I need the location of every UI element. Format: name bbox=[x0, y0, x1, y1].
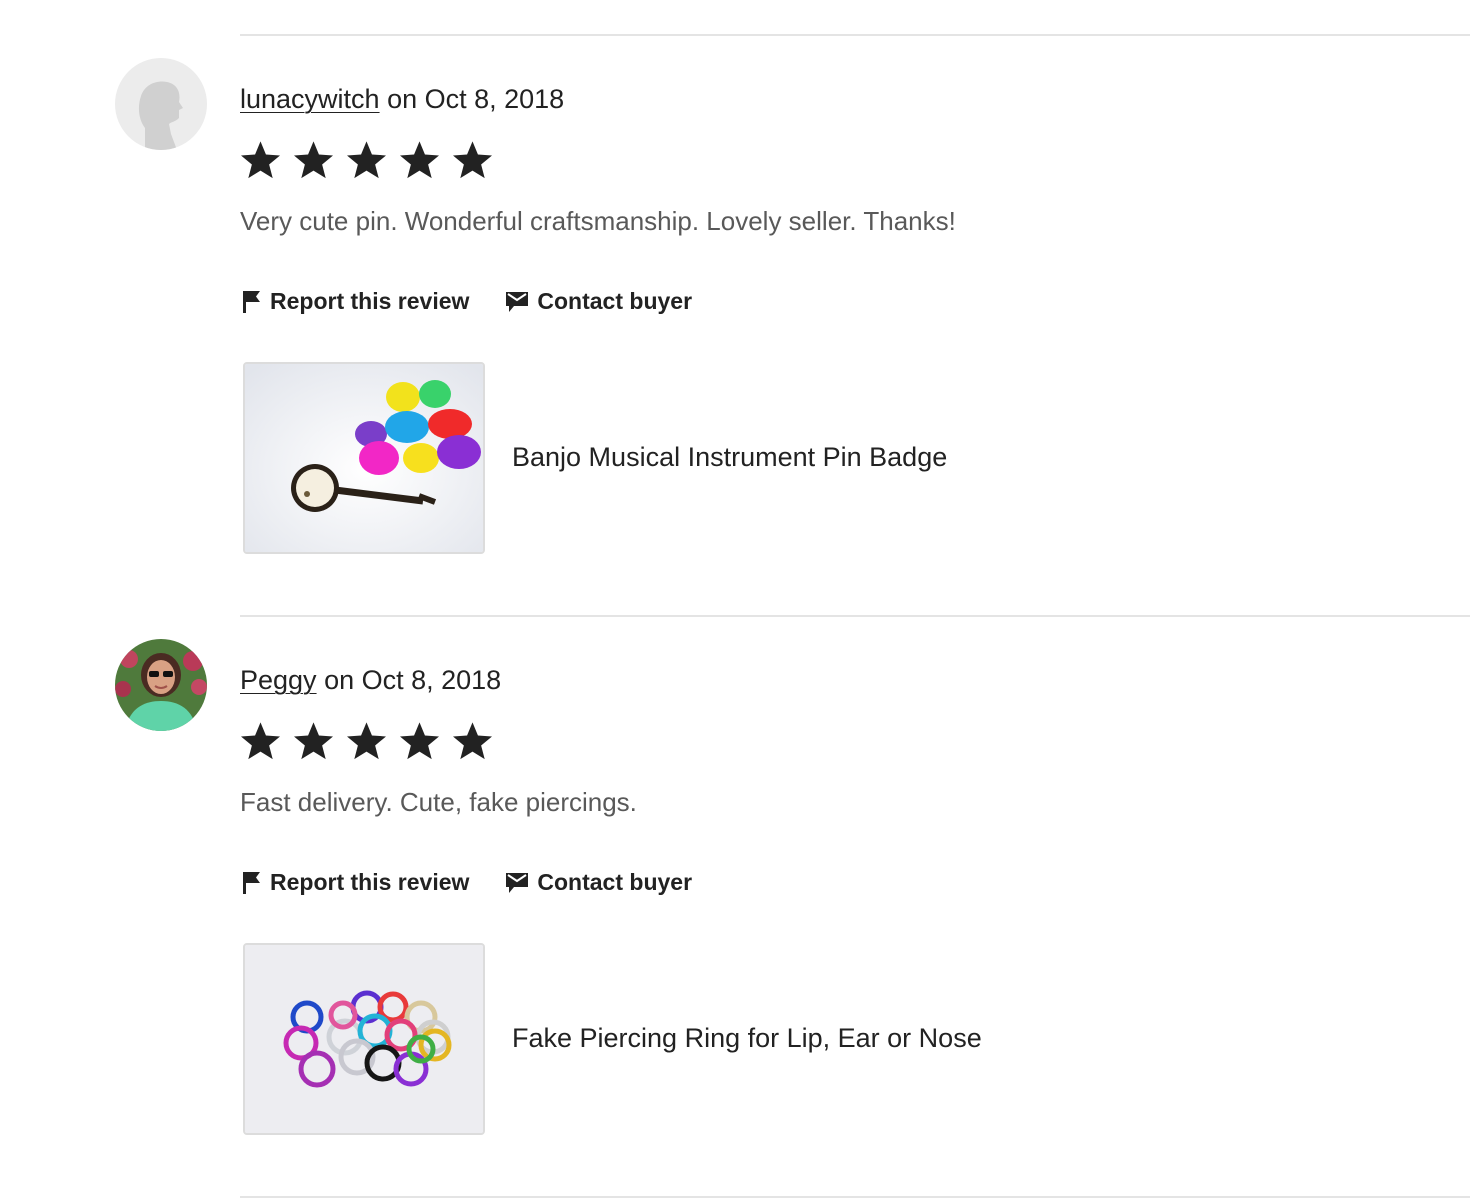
divider bbox=[240, 1196, 1470, 1198]
product-thumbnail[interactable] bbox=[243, 943, 485, 1135]
review-item: Peggy on Oct 8, 2018 Fast delivery. Cute… bbox=[0, 639, 1470, 1199]
star-icon bbox=[241, 141, 280, 179]
flag-icon bbox=[243, 290, 260, 313]
star-icon bbox=[347, 722, 386, 760]
report-review-label: Report this review bbox=[270, 869, 470, 895]
reviewer-photo bbox=[115, 639, 207, 731]
star-icon bbox=[400, 141, 439, 179]
contact-buyer-button[interactable]: Contact buyer bbox=[505, 288, 692, 315]
star-icon bbox=[347, 141, 386, 179]
review-meta: lunacywitch on Oct 8, 2018 bbox=[240, 82, 564, 116]
contact-buyer-button[interactable]: Contact buyer bbox=[505, 869, 692, 896]
review-actions: Report this review Contact buyer bbox=[242, 869, 692, 896]
star-icon bbox=[453, 722, 492, 760]
report-review-button[interactable]: Report this review bbox=[242, 288, 469, 315]
message-icon bbox=[506, 872, 529, 893]
contact-buyer-label: Contact buyer bbox=[537, 288, 693, 314]
reviewer-name-link[interactable]: lunacywitch bbox=[240, 84, 380, 114]
product-title-link[interactable]: Fake Piercing Ring for Lip, Ear or Nose bbox=[512, 1021, 982, 1055]
reviews-list: lunacywitch on Oct 8, 2018 Very cute pin… bbox=[0, 0, 1470, 1200]
review-meta: Peggy on Oct 8, 2018 bbox=[240, 663, 501, 697]
star-icon bbox=[241, 722, 280, 760]
star-icon bbox=[294, 141, 333, 179]
review-date: on Oct 8, 2018 bbox=[387, 84, 565, 114]
flag-icon bbox=[243, 871, 260, 894]
product-thumbnail[interactable] bbox=[243, 362, 485, 554]
star-icon bbox=[400, 722, 439, 760]
product-title-link[interactable]: Banjo Musical Instrument Pin Badge bbox=[512, 440, 947, 474]
report-review-button[interactable]: Report this review bbox=[242, 869, 469, 896]
reviewer-avatar[interactable] bbox=[115, 639, 207, 731]
review-item: lunacywitch on Oct 8, 2018 Very cute pin… bbox=[0, 58, 1470, 618]
review-actions: Report this review Contact buyer bbox=[242, 288, 692, 315]
review-text: Fast delivery. Cute, fake piercings. bbox=[240, 787, 637, 817]
contact-buyer-label: Contact buyer bbox=[537, 869, 693, 895]
default-avatar[interactable] bbox=[115, 58, 207, 150]
divider bbox=[240, 34, 1470, 36]
piercing-rings-image bbox=[245, 945, 483, 1133]
review-date: on Oct 8, 2018 bbox=[324, 665, 502, 695]
reviewer-name-link[interactable]: Peggy bbox=[240, 665, 317, 695]
review-text: Very cute pin. Wonderful craftsmanship. … bbox=[240, 206, 956, 236]
star-icon bbox=[453, 141, 492, 179]
banjo-pin-image bbox=[245, 364, 483, 552]
report-review-label: Report this review bbox=[270, 288, 470, 314]
star-icon bbox=[294, 722, 333, 760]
user-silhouette-icon bbox=[115, 58, 207, 150]
divider bbox=[240, 615, 1470, 617]
star-rating bbox=[238, 719, 495, 769]
star-rating bbox=[238, 138, 495, 188]
message-icon bbox=[506, 291, 529, 312]
